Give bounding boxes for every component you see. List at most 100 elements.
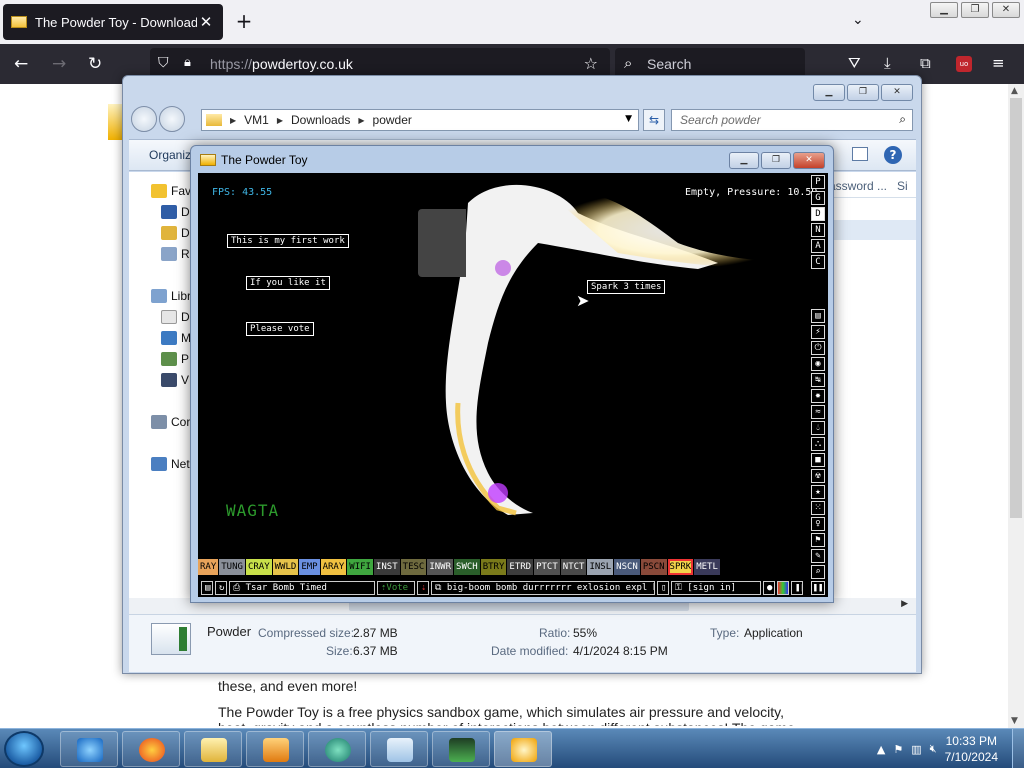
element-button-etrd[interactable]: ETRD bbox=[507, 559, 534, 575]
column-header[interactable]: assword ... Si bbox=[823, 176, 916, 198]
scroll-down-icon[interactable]: ▼ bbox=[1011, 716, 1018, 726]
gases-category-icon[interactable]: ≈ bbox=[811, 405, 825, 419]
element-button-wifi[interactable]: WIFI bbox=[347, 559, 373, 575]
bookmark-star-icon[interactable]: ☆ bbox=[584, 54, 598, 73]
element-button-ray[interactable]: RAY bbox=[198, 559, 219, 575]
save-name-field[interactable]: ⎙ Tsar Bomb Timed bbox=[229, 581, 375, 595]
element-button-swch[interactable]: SWCH bbox=[454, 559, 480, 575]
ublock-icon[interactable]: uo bbox=[956, 56, 972, 72]
console-letter-button[interactable]: C bbox=[811, 255, 825, 269]
taskbar-firefox[interactable] bbox=[122, 731, 180, 767]
volume-muted-icon[interactable]: 🔇︎ bbox=[930, 742, 937, 756]
breadcrumb-chevron-icon[interactable]: ▶ bbox=[358, 116, 364, 125]
scroll-right-icon[interactable]: ▶ bbox=[901, 599, 908, 609]
powders-category-icon[interactable]: ⛬ bbox=[811, 437, 825, 451]
explorer-minimize-button[interactable]: ▁ bbox=[813, 84, 845, 101]
search-icon[interactable]: ⌕ bbox=[811, 565, 825, 579]
show-desktop-button[interactable] bbox=[1012, 729, 1024, 768]
back-arrow-icon[interactable]: ← bbox=[14, 54, 28, 74]
explosives-category-icon[interactable]: ✸ bbox=[811, 389, 825, 403]
help-icon[interactable]: ? bbox=[884, 146, 902, 164]
show-hidden-icons-icon[interactable]: ▲ bbox=[877, 743, 885, 756]
electronics-category-icon[interactable]: ⚡ bbox=[811, 325, 825, 339]
new-simulation-icon[interactable]: ▯ bbox=[657, 581, 669, 595]
restore-button[interactable]: ❐ bbox=[961, 2, 989, 18]
reload-save-icon[interactable]: ↻ bbox=[215, 581, 227, 595]
nav-pictures[interactable]: P bbox=[161, 352, 189, 366]
element-button-sprk[interactable]: SPRK bbox=[667, 559, 694, 575]
element-button-inwr[interactable]: INWR bbox=[427, 559, 454, 575]
scrollbar-thumb[interactable] bbox=[1010, 98, 1022, 518]
breadcrumb-powder[interactable]: powder bbox=[373, 113, 412, 127]
tools-category-icon[interactable]: ♀ bbox=[811, 517, 825, 531]
element-button-nscn[interactable]: NSCN bbox=[614, 559, 640, 575]
special-category-icon[interactable]: ★ bbox=[811, 485, 825, 499]
sign-first-work[interactable]: This is my first work bbox=[227, 234, 349, 248]
powder-toy-minimize-button[interactable]: ▁ bbox=[729, 152, 759, 169]
ambient-heat-letter-button[interactable]: A bbox=[811, 239, 825, 253]
column-header-size[interactable]: Si bbox=[897, 179, 908, 193]
file-row[interactable]: o bbox=[823, 240, 916, 260]
close-tab-icon[interactable]: ✕ bbox=[197, 13, 215, 31]
nav-network[interactable]: Net bbox=[151, 457, 190, 471]
solids-category-icon[interactable]: ■ bbox=[811, 453, 825, 467]
breadcrumb-chevron-icon[interactable]: ▶ bbox=[277, 116, 283, 125]
taskbar-notepad[interactable] bbox=[370, 731, 428, 767]
explorer-maximize-button[interactable]: ❐ bbox=[847, 84, 879, 101]
element-button-tesc[interactable]: TESC bbox=[400, 559, 427, 575]
radioactive-category-icon[interactable]: ☢ bbox=[811, 469, 825, 483]
decoration-tools-icon[interactable]: ✎ bbox=[811, 549, 825, 563]
nav-recent[interactable]: R bbox=[161, 247, 190, 261]
nav-downloads[interactable]: D bbox=[161, 226, 190, 240]
element-button-btry[interactable]: BTRY bbox=[480, 559, 507, 575]
open-save-icon[interactable]: ▤ bbox=[201, 581, 213, 595]
nav-videos[interactable]: V bbox=[161, 373, 189, 387]
taskbar-powder-toy[interactable] bbox=[494, 731, 552, 767]
breadcrumb-vm1[interactable]: VM1 bbox=[244, 113, 269, 127]
render-options-icon[interactable] bbox=[777, 581, 789, 595]
nav-favorites[interactable]: Fav bbox=[151, 184, 191, 198]
breadcrumb-chevron-icon[interactable]: ▶ bbox=[230, 116, 236, 125]
reload-icon[interactable]: ↻ bbox=[88, 54, 102, 74]
sign-in-button[interactable]: ⚿ [sign in] bbox=[671, 581, 761, 595]
breadcrumb-downloads[interactable]: Downloads bbox=[291, 113, 350, 127]
downloads-icon[interactable]: ⤓ bbox=[884, 54, 891, 72]
page-scrollbar[interactable]: ▲ ▼ bbox=[1008, 84, 1024, 728]
column-header-password[interactable]: assword ... bbox=[829, 179, 887, 193]
forward-arrow-icon[interactable]: → bbox=[52, 54, 66, 74]
tracking-shield-icon[interactable]: ⛉ bbox=[158, 55, 169, 71]
element-button-aray[interactable]: ARAY bbox=[320, 559, 347, 575]
tags-field[interactable]: ⧉ big-boom bomb durrrrrrr exlosion expl … bbox=[431, 581, 655, 595]
taskbar-app[interactable] bbox=[308, 731, 366, 767]
pocket-icon[interactable]: ⛛ bbox=[848, 54, 861, 72]
file-row[interactable]: o bbox=[823, 220, 916, 240]
nav-libraries[interactable]: Libr bbox=[151, 289, 191, 303]
pause-letter-button[interactable]: P bbox=[811, 175, 825, 189]
element-button-metl[interactable]: METL bbox=[694, 559, 720, 575]
element-button-tung[interactable]: TUNG bbox=[219, 559, 245, 575]
start-button[interactable] bbox=[4, 731, 44, 767]
powder-toy-maximize-button[interactable]: ❐ bbox=[761, 152, 791, 169]
explorer-search-input[interactable]: Search powder ⌕ bbox=[671, 109, 913, 131]
clock[interactable]: 10:33 PM 7/10/2024 bbox=[945, 733, 998, 765]
sign-if-you-like-it[interactable]: If you like it bbox=[246, 276, 330, 290]
element-button-emp[interactable]: EMP bbox=[299, 559, 320, 575]
powered-category-icon[interactable]: ⏻ bbox=[811, 341, 825, 355]
close-window-button[interactable]: ✕ bbox=[992, 2, 1020, 18]
explorer-forward-button[interactable] bbox=[159, 106, 185, 132]
minimize-button[interactable]: ▁ bbox=[930, 2, 958, 18]
nav-music[interactable]: M bbox=[161, 331, 191, 345]
sensors-category-icon[interactable]: ◉ bbox=[811, 357, 825, 371]
element-button-ntct[interactable]: NTCT bbox=[560, 559, 587, 575]
new-tab-button[interactable]: + bbox=[232, 10, 256, 34]
element-button-cray[interactable]: CRAY bbox=[245, 559, 272, 575]
taskbar-task-manager[interactable] bbox=[432, 731, 490, 767]
force-category-icon[interactable]: ↹ bbox=[811, 373, 825, 387]
nav-computer[interactable]: Cor bbox=[151, 415, 190, 429]
nav-desktop[interactable]: D bbox=[161, 205, 190, 219]
powder-toy-close-button[interactable]: ✕ bbox=[793, 152, 825, 169]
organize-button[interactable]: Organiz bbox=[149, 148, 191, 162]
liquids-category-icon[interactable]: 💧︎ bbox=[811, 421, 825, 435]
element-button-pscn[interactable]: PSCN bbox=[640, 559, 667, 575]
action-center-flag-icon[interactable]: ⚑ bbox=[893, 743, 903, 756]
